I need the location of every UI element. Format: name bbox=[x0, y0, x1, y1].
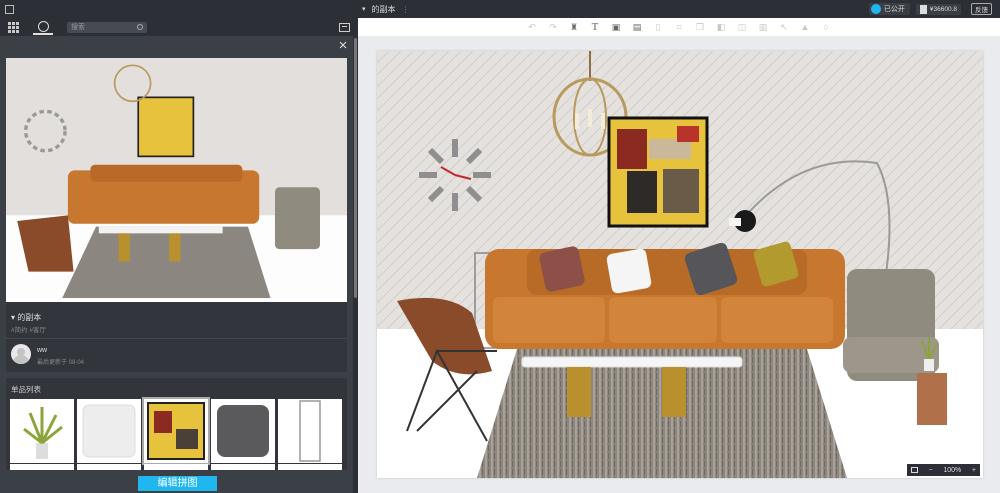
price-value: ¥36600.8 bbox=[929, 5, 957, 13]
product-thumb-gray-pillow[interactable] bbox=[211, 399, 275, 463]
chevron-down-icon[interactable]: ▾ bbox=[362, 5, 366, 13]
price-badge[interactable]: ¥36600.8 bbox=[915, 3, 961, 15]
text-icon[interactable]: T bbox=[589, 21, 601, 33]
product-thumbnails-row2 bbox=[10, 464, 342, 470]
document-icon bbox=[919, 4, 927, 14]
crop-image-icon[interactable]: ▤ bbox=[631, 22, 643, 32]
room-preview-illustration bbox=[6, 58, 347, 298]
user-icon bbox=[37, 20, 49, 32]
product-thumb[interactable] bbox=[144, 464, 208, 470]
copy-icon[interactable]: ❐ bbox=[694, 22, 706, 32]
layers-icon[interactable]: ◫ bbox=[736, 22, 748, 32]
product-thumb-painting[interactable] bbox=[142, 397, 210, 465]
search-placeholder: 搜索 bbox=[71, 24, 85, 31]
redo-icon[interactable]: ↷ bbox=[547, 22, 559, 32]
brush-icon[interactable]: ♜ bbox=[568, 22, 580, 32]
editor-toolbar: ↶ ↷ ♜ T ▣ ▤ ▯ ⌗ ❐ ◧ ◫ ▥ ↖ ▲ ○ bbox=[358, 18, 1000, 36]
pillow-white bbox=[606, 248, 652, 294]
product-thumbnails bbox=[10, 397, 342, 465]
flip-icon[interactable]: ◧ bbox=[715, 22, 727, 32]
plant-icon bbox=[23, 407, 63, 459]
close-icon[interactable]: × bbox=[336, 38, 350, 53]
painting-icon bbox=[147, 402, 205, 460]
public-label: 已公开 bbox=[883, 6, 905, 13]
product-thumb[interactable] bbox=[77, 464, 141, 470]
zoom-in-button[interactable]: + bbox=[972, 467, 976, 474]
trash-icon[interactable]: ▯ bbox=[652, 22, 664, 32]
product-thumb[interactable] bbox=[10, 464, 74, 470]
coffee-table bbox=[521, 356, 743, 368]
editor-header: ▾ 的副本 ⋮ 已公开 ¥36600.8 反馈 bbox=[358, 0, 1000, 18]
scheme-title-text: 的副本 bbox=[17, 313, 42, 322]
side-table-icon bbox=[299, 400, 321, 462]
scheme-preview-image[interactable] bbox=[6, 58, 347, 334]
left-top-bar bbox=[0, 0, 358, 18]
product-thumb[interactable] bbox=[278, 464, 342, 470]
wooden-stool bbox=[917, 373, 947, 425]
product-list-title: 单品列表 bbox=[11, 385, 41, 394]
edit-collage-button[interactable]: 编辑拼图 bbox=[138, 476, 217, 491]
gray-pillow-icon bbox=[217, 405, 269, 457]
more-icon[interactable]: ⋮ bbox=[402, 5, 410, 14]
document-title[interactable]: 的副本 bbox=[372, 4, 396, 15]
room-collage-illustration bbox=[377, 51, 983, 478]
zoom-control: − 100% + bbox=[907, 464, 980, 476]
avatar[interactable] bbox=[11, 344, 31, 364]
product-thumb-pillow[interactable] bbox=[77, 399, 141, 463]
update-time: 最后更新于 08-04 bbox=[37, 360, 85, 366]
feedback-button[interactable]: 反馈 bbox=[971, 3, 992, 15]
pillow-icon bbox=[82, 404, 136, 458]
public-toggle[interactable]: 已公开 bbox=[868, 3, 910, 15]
left-toolbar: 搜索 bbox=[0, 18, 358, 36]
paint-icon[interactable]: ▥ bbox=[757, 22, 769, 32]
apps-grid-icon[interactable] bbox=[8, 21, 19, 33]
public-status-icon bbox=[870, 4, 881, 14]
lock-icon[interactable]: ▲ bbox=[799, 22, 811, 32]
user-tab[interactable] bbox=[33, 19, 53, 35]
zoom-out-button[interactable]: − bbox=[929, 467, 933, 474]
fit-screen-icon[interactable] bbox=[911, 467, 918, 473]
zoom-level: 100% bbox=[943, 466, 962, 474]
product-thumb[interactable] bbox=[211, 464, 275, 470]
user-name[interactable]: ww bbox=[37, 347, 47, 354]
image-icon[interactable]: ▣ bbox=[610, 22, 622, 32]
scheme-tags[interactable]: #简约 #客厅 bbox=[11, 324, 46, 334]
magic-wand-icon[interactable]: ↖ bbox=[778, 22, 790, 32]
scheme-info-card: ▾ 的副本 #简约 #客厅 ww 最后更新于 08-04 bbox=[6, 302, 347, 372]
scroll-thumb[interactable] bbox=[354, 38, 357, 298]
info-icon[interactable]: ○ bbox=[820, 22, 832, 32]
pillow-patterned bbox=[539, 246, 585, 292]
product-list: 单品列表 bbox=[6, 378, 347, 470]
crop-icon[interactable]: ⌗ bbox=[673, 22, 685, 32]
search-input[interactable]: 搜索 bbox=[67, 21, 147, 33]
product-thumb-plant[interactable] bbox=[10, 399, 74, 463]
collage-canvas[interactable]: − 100% + bbox=[377, 51, 983, 478]
scheme-title: ▾ 的副本 bbox=[11, 313, 42, 322]
app-window: 搜索 × ▾ 的副本 #简约 #客厅 ww 最后更新于 08-04 单品列表 编… bbox=[0, 0, 1000, 493]
product-thumb-side-table[interactable] bbox=[278, 399, 342, 463]
exit-icon[interactable] bbox=[5, 4, 14, 14]
undo-icon[interactable]: ↶ bbox=[526, 22, 538, 32]
divider bbox=[6, 338, 347, 339]
panel-toggle-icon[interactable] bbox=[339, 22, 350, 32]
search-icon[interactable] bbox=[137, 24, 143, 30]
